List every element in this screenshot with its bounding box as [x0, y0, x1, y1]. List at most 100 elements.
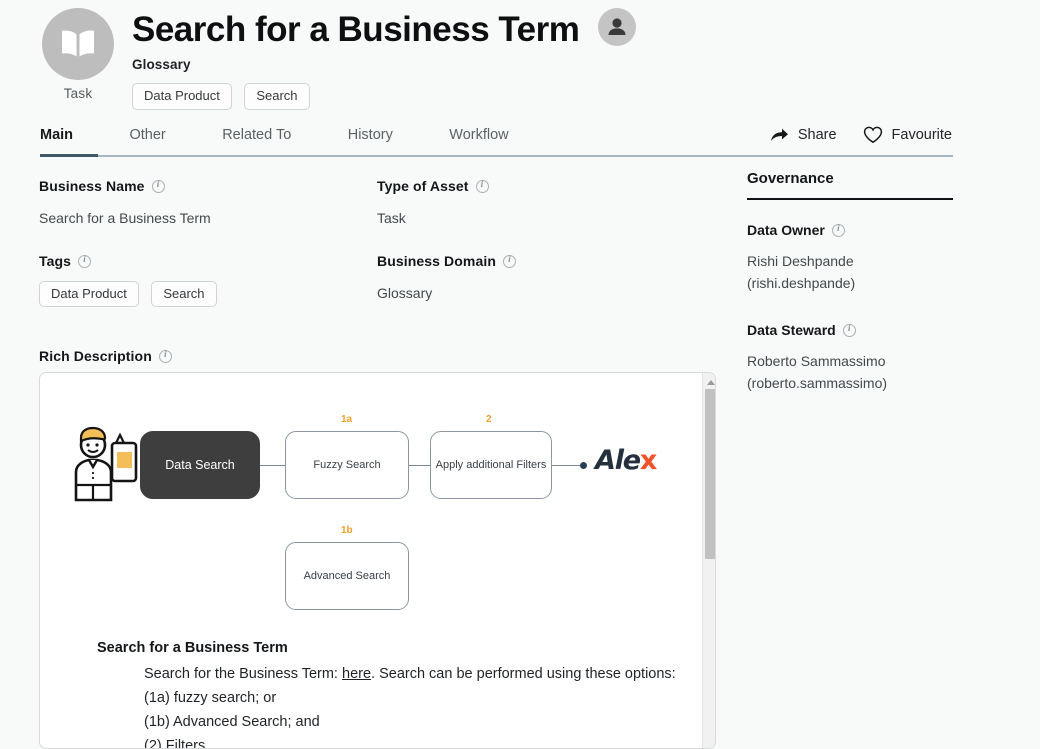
tab-other[interactable]: Other: [129, 127, 165, 155]
here-link[interactable]: here: [342, 666, 371, 682]
line1-suffix: . Search can be performed using these op…: [371, 666, 676, 682]
data-owner-username: (rishi.deshpande): [747, 274, 856, 291]
tab-active-indicator: [40, 154, 98, 157]
governance-divider: [747, 198, 953, 200]
diagram-node-apply-additional-filters[interactable]: Apply additional Filters: [430, 431, 552, 499]
line1-prefix: Search for the Business Term:: [144, 666, 342, 682]
business-domain-label-text: Business Domain: [377, 253, 496, 269]
share-label: Share: [797, 127, 837, 143]
governance-data-steward: Data Steward i Roberto Sammassimo (rober…: [747, 322, 957, 394]
page-subtitle: Glossary: [132, 57, 191, 72]
data-steward-label-text: Data Steward: [747, 322, 836, 339]
diagram-number-1b: 1b: [341, 525, 353, 536]
person-icon: [608, 18, 626, 35]
scrollbar-thumb[interactable]: [705, 389, 715, 559]
diagram-number-2: 2: [486, 414, 492, 425]
diagram-node-apply-filters-label: Apply additional Filters: [435, 458, 547, 471]
rich-description-line-3: (1b) Advanced Search; and: [144, 714, 320, 731]
type-of-asset-label: Type of Asset i: [377, 178, 707, 194]
left-field-column: Business Name i Search for a Business Te…: [39, 178, 369, 307]
header-chip-search[interactable]: Search: [244, 83, 310, 111]
info-icon[interactable]: i: [151, 179, 165, 193]
rich-description-lines: Search for the Business Term: here. Sear…: [144, 664, 697, 749]
data-steward-value: Roberto Sammassimo (roberto.sammassimo): [747, 351, 957, 394]
info-icon[interactable]: i: [475, 179, 489, 193]
share-button[interactable]: Share: [770, 126, 837, 144]
rich-description-line-2: (1a) fuzzy search; or: [144, 690, 277, 707]
tab-workflow[interactable]: Workflow: [449, 127, 508, 155]
governance-title: Governance: [747, 170, 834, 187]
page-header: Task Search for a Business Term Glossary…: [0, 0, 1040, 122]
alex-logo: Alex: [595, 445, 657, 476]
avatar[interactable]: [597, 8, 636, 46]
business-name-label: Business Name i: [39, 178, 369, 194]
data-steward-username: (roberto.sammassimo): [747, 375, 888, 392]
type-of-asset-label-text: Type of Asset: [377, 178, 469, 194]
favourite-label: Favourite: [891, 127, 952, 143]
heart-outline-icon: [863, 126, 882, 144]
rich-description-label: Rich Description i: [39, 348, 172, 364]
open-book-icon: [42, 8, 114, 80]
diagram-node-fuzzy-search[interactable]: Fuzzy Search: [285, 431, 409, 499]
rich-description-panel: Data Search 1a Fuzzy Search 1b Advanced …: [39, 372, 716, 749]
info-icon[interactable]: i: [78, 254, 92, 268]
diagram-node-data-search-label: Data Search: [165, 457, 235, 472]
type-of-asset-value: Task: [377, 210, 406, 226]
alex-logo-accent: x: [639, 445, 657, 476]
field-business-domain: Business Domain i Glossary: [377, 253, 707, 304]
data-steward-label: Data Steward i: [747, 322, 957, 338]
asset-type-label: Task: [63, 86, 93, 101]
info-icon[interactable]: i: [502, 254, 516, 268]
governance-panel: Governance Data Owner i Rishi Deshpande …: [747, 170, 957, 395]
header-chip-row: Data Product Search: [132, 83, 636, 111]
diagram-node-advanced-search-label: Advanced Search: [303, 569, 391, 582]
tab-related-to[interactable]: Related To: [222, 127, 291, 155]
tags-label-text: Tags: [39, 253, 72, 269]
business-domain-label: Business Domain i: [377, 253, 707, 269]
connector-data-search-to-fuzzy: [260, 465, 286, 467]
tags-label: Tags i: [39, 253, 369, 269]
tab-main[interactable]: Main: [40, 127, 73, 155]
tag-chip-search[interactable]: Search: [151, 281, 217, 307]
tab-list: Main Other Related To History Workflow: [40, 126, 561, 155]
info-icon[interactable]: i: [842, 323, 856, 337]
tab-divider: [40, 155, 953, 157]
diagram-node-advanced-search[interactable]: Advanced Search: [285, 542, 409, 610]
data-steward-name: Roberto Sammassimo: [747, 353, 886, 370]
info-icon[interactable]: i: [158, 349, 172, 363]
data-owner-label: Data Owner i: [747, 222, 957, 238]
asset-icon-block: Task: [42, 8, 114, 101]
header-actions: Share Favourite: [770, 126, 952, 144]
business-name-value: Search for a Business Term: [39, 210, 211, 226]
process-diagram: Data Search 1a Fuzzy Search 1b Advanced …: [40, 373, 702, 623]
data-owner-name: Rishi Deshpande: [747, 253, 854, 269]
business-name-label-text: Business Name: [39, 178, 145, 194]
diagram-node-data-search[interactable]: Data Search: [140, 431, 260, 499]
data-owner-label-text: Data Owner: [747, 222, 825, 238]
tag-chip-data-product[interactable]: Data Product: [39, 281, 139, 307]
rich-description-label-text: Rich Description: [39, 348, 152, 364]
alex-logo-primary: Ale: [595, 445, 641, 476]
info-icon[interactable]: i: [831, 223, 845, 237]
header-chip-data-product[interactable]: Data Product: [132, 83, 232, 111]
share-arrow-icon: [770, 128, 788, 141]
tab-history[interactable]: History: [348, 127, 393, 155]
data-owner-value: Rishi Deshpande (rishi.deshpande): [747, 251, 957, 294]
rich-description-text: Search for a Business Term Search for th…: [97, 640, 697, 749]
field-type-of-asset: Type of Asset i Task: [377, 178, 707, 229]
scroll-up-arrow-icon[interactable]: [703, 376, 715, 389]
rich-description-line-4: (2) Filters.: [144, 738, 210, 749]
favourite-button[interactable]: Favourite: [863, 126, 952, 144]
field-business-name: Business Name i Search for a Business Te…: [39, 178, 369, 229]
page-title: Search for a Business Term: [132, 9, 580, 49]
rich-description-scrollbar[interactable]: [702, 373, 715, 748]
business-domain-value: Glossary: [377, 285, 433, 301]
governance-data-owner: Data Owner i Rishi Deshpande (rishi.desh…: [747, 222, 957, 294]
tags-row: Data Product Search: [39, 281, 369, 307]
diagram-number-1a: 1a: [341, 414, 353, 425]
tab-bar: Main Other Related To History Workflow S…: [0, 126, 1040, 166]
connector-fuzzy-to-filters: [409, 465, 431, 467]
rich-description-heading: Search for a Business Term: [97, 640, 288, 656]
title-block: Search for a Business Term Glossary Data…: [132, 8, 636, 111]
diagram-node-fuzzy-search-label: Fuzzy Search: [313, 458, 381, 471]
